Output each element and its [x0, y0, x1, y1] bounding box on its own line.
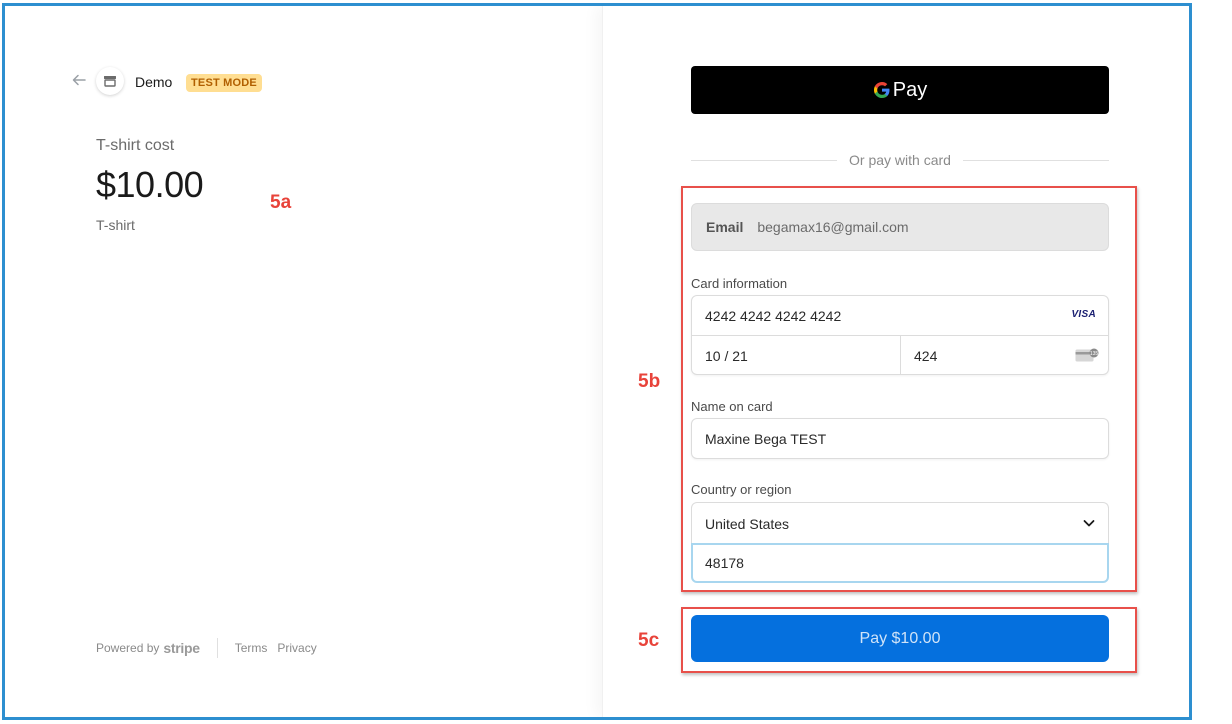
card-info-group: 4242 4242 4242 4242 VISA 10 / 21 424 135	[691, 295, 1109, 375]
name-on-card-label: Name on card	[691, 399, 773, 414]
zip-input[interactable]: 48178	[691, 543, 1109, 583]
annotation-5c: 5c	[638, 630, 660, 651]
product-name: T-shirt	[96, 217, 135, 233]
back-arrow-icon[interactable]	[71, 72, 87, 88]
google-pay-button[interactable]: Pay	[691, 66, 1109, 114]
card-expiry-value: 10 / 21	[705, 347, 748, 364]
visa-icon: VISA	[1071, 309, 1096, 320]
card-cvc-input[interactable]: 424 135	[901, 336, 1109, 375]
screenshot-frame: Demo TEST MODE T-shirt cost $10.00 T-shi…	[2, 3, 1192, 720]
card-number-input[interactable]: 4242 4242 4242 4242 VISA	[692, 296, 1108, 336]
card-expiry-input[interactable]: 10 / 21	[692, 336, 901, 375]
privacy-link[interactable]: Privacy	[277, 641, 316, 655]
powered-by-text: Powered by	[96, 641, 160, 655]
footer: Powered by stripe Terms Privacy	[96, 638, 327, 658]
product-price: $10.00	[96, 164, 204, 205]
annotation-5a: 5a	[270, 192, 292, 213]
payment-panel: Pay Or pay with card 5b Email begamax16@…	[602, 6, 1189, 717]
chevron-down-icon	[1082, 516, 1096, 530]
svg-text:135: 135	[1090, 351, 1099, 357]
test-mode-badge: TEST MODE	[186, 74, 262, 92]
country-value: United States	[705, 515, 790, 532]
email-value: begamax16@gmail.com	[757, 219, 909, 235]
card-cvc-value: 424	[914, 347, 938, 364]
country-label: Country or region	[691, 482, 792, 497]
footer-divider	[216, 638, 218, 658]
stripe-logo[interactable]: stripe	[163, 640, 200, 656]
email-field[interactable]: Email begamax16@gmail.com	[691, 203, 1109, 251]
cvc-card-icon: 135	[1075, 348, 1099, 362]
divider-text: Or pay with card	[849, 152, 951, 168]
name-on-card-input[interactable]: Maxine Bega TEST	[691, 418, 1109, 459]
google-pay-label: Pay	[892, 78, 928, 101]
card-info-label: Card information	[691, 276, 788, 291]
zip-value: 48178	[705, 555, 744, 571]
email-label: Email	[706, 219, 744, 235]
pay-button[interactable]: Pay $10.00	[691, 615, 1109, 662]
product-label: T-shirt cost	[96, 137, 175, 154]
name-on-card-value: Maxine Bega TEST	[705, 430, 827, 447]
terms-link[interactable]: Terms	[235, 641, 268, 655]
or-pay-divider: Or pay with card	[691, 151, 1109, 169]
order-summary-panel: Demo TEST MODE T-shirt cost $10.00 T-shi…	[5, 6, 602, 717]
card-number-value: 4242 4242 4242 4242	[705, 307, 842, 324]
store-icon	[96, 67, 124, 95]
annotation-5b: 5b	[638, 371, 661, 392]
merchant-name: Demo	[135, 74, 173, 90]
google-g-icon	[873, 78, 891, 102]
country-select[interactable]: United States	[691, 502, 1109, 544]
